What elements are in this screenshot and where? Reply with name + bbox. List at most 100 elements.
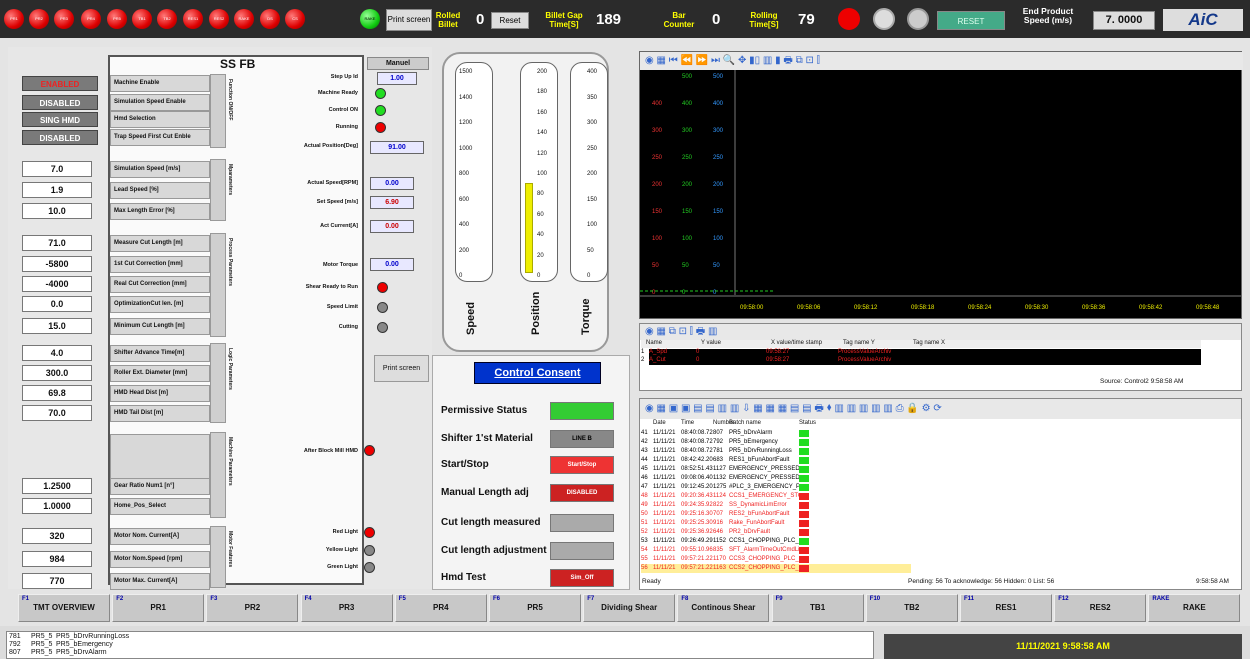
fkey-key: F5 <box>398 596 406 602</box>
alarm-number: 1132 <box>713 475 726 481</box>
fkey-pr1[interactable]: F2 PR1 <box>112 594 205 622</box>
alarm-row[interactable]: 46 11/11/21 09:08:06.40 1132 EMERGENCY_PRESS… <box>641 474 911 483</box>
fkey-rake[interactable]: RAKE RAKE <box>1148 594 1241 622</box>
params_a-value-0[interactable]: 7.0 <box>22 161 92 177</box>
tag-x: 09:58:27 <box>766 357 790 363</box>
consent-value-2[interactable]: Start/Stop <box>550 456 614 474</box>
alarm-row[interactable]: 52 11/11/21 09:25:36.92 646 PR2_bDrvFault <box>641 528 911 537</box>
reset-button[interactable]: RESET <box>937 11 1005 30</box>
tag-y: 0 <box>696 357 700 363</box>
trend-time-5: 09:58:30 <box>1025 305 1049 311</box>
consent-value-3[interactable]: DISABLED <box>550 484 614 502</box>
fkey-pr4[interactable]: F5 PR4 <box>394 594 487 622</box>
params_d-value-0[interactable]: 1.2500 <box>22 478 92 494</box>
gauge-position-tick-10: 0 <box>537 273 541 279</box>
params_e-value-1[interactable]: 984 <box>22 551 92 567</box>
tag-toolbar[interactable]: ◉ ▦ ⧉ ⊡ ⫿ 🖶 ▥ <box>640 324 1241 340</box>
alarm-time: 09:57:21.22 <box>681 556 713 562</box>
fkey-res2[interactable]: F12 RES2 <box>1054 594 1147 622</box>
step-up-value[interactable]: 1.00 <box>377 72 417 85</box>
params_e-label-2: Motor Max. Current[A] <box>110 573 210 590</box>
params_a-value-2[interactable]: 10.0 <box>22 203 92 219</box>
status-2[interactable]: SING HMD <box>22 112 98 127</box>
params_c-value-3[interactable]: 70.0 <box>22 405 92 421</box>
fkey-tb1[interactable]: F9 TB1 <box>771 594 864 622</box>
fkey-key: F3 <box>210 596 218 602</box>
print-screen-button-2[interactable]: Print screen <box>374 355 429 382</box>
params_c-value-0[interactable]: 4.0 <box>22 345 92 361</box>
alarm-row[interactable]: 51 11/11/21 09:25:25.30 916 Rake_FunAbortFau… <box>641 519 911 528</box>
status-0[interactable]: ENABLED <box>22 76 98 91</box>
indicator2-led-1 <box>377 302 388 313</box>
consent-value-0[interactable] <box>550 402 614 420</box>
params_a-value-1[interactable]: 1.9 <box>22 182 92 198</box>
alarm-row-num: 52 <box>641 529 648 535</box>
consent-value-6[interactable]: Sim_Off <box>550 569 614 587</box>
alarm-row[interactable]: 42 11/11/21 08:40:08.72 792 PR5_bEmergency <box>641 438 911 447</box>
alarm-row-num: 41 <box>641 430 648 436</box>
alarm-time: 08:40:08.72 <box>681 439 713 445</box>
params_b-value-1[interactable]: -5800 <box>22 256 92 272</box>
indicator-label-2: Running <box>335 124 358 130</box>
params_b-label-3: OptimizationCut len. [m] <box>110 296 210 313</box>
fkey-pr5[interactable]: F6 PR5 <box>489 594 581 622</box>
fkey-tb2[interactable]: F10 TB2 <box>865 594 958 622</box>
params_c-value-1[interactable]: 300.0 <box>22 365 92 381</box>
params_e-value-2[interactable]: 770 <box>22 573 92 589</box>
params_e-value-0[interactable]: 320 <box>22 528 92 544</box>
status-3[interactable]: DISABLED <box>22 130 98 145</box>
alarm-row[interactable]: 44 11/11/21 08:42:42.20 683 RES1_bFunAbortFa… <box>641 456 911 465</box>
alarm-row[interactable]: 43 11/11/21 08:40:08.72 781 PR5_bDrvRunningL… <box>641 447 911 456</box>
fkey-key: F10 <box>869 596 881 602</box>
manual-button[interactable]: Manuel <box>367 57 429 70</box>
fkey-res1[interactable]: F11 RES1 <box>960 594 1052 622</box>
alarm-toolbar[interactable]: ◉ ▦ ▣ ▣ ▤ ▤ ▥ ▥ ⇩ ▦ ▦ ▦ ▤ ▤ 🖶 ⬧ ▥ ▥ ▥ ▥ … <box>640 399 1241 419</box>
alarm-row[interactable]: 41 11/11/21 08:40:08.72 807 PR5_bDrvAlarm <box>641 429 911 438</box>
indicator-led-2 <box>375 122 386 133</box>
alarm-time: 09:25:16.30 <box>681 511 713 517</box>
alarm-row[interactable]: 55 11/11/21 09:57:21.22 1170 CCS3_CHOPPING_P… <box>641 555 911 564</box>
alarm-row[interactable]: 47 11/11/21 09:12:45.20 1275 #PLC_3_EMERGENC… <box>641 483 911 492</box>
params_b-value-3[interactable]: 0.0 <box>22 296 92 312</box>
fkey-tmt-overview[interactable]: F1 TMT OVERVIEW <box>18 594 110 622</box>
alarm-row[interactable]: 49 11/11/21 09:24:35.92 822 SS_DynamicLimErr… <box>641 501 911 510</box>
params_d-value-1[interactable]: 1.0000 <box>22 498 92 514</box>
consent-label-4: Cut length measured <box>441 517 541 528</box>
status-1[interactable]: DISABLED <box>22 95 98 110</box>
alarm-date: 11/11/21 <box>653 466 676 472</box>
alarm-row-num: 42 <box>641 439 648 445</box>
alarm-row[interactable]: 45 11/11/21 08:52:51.43 1127 EMERGENCY_PRESS… <box>641 465 911 474</box>
print-screen-button[interactable]: Print screen <box>386 9 432 31</box>
fkey-dividing-shear[interactable]: F7 Dividing Shear <box>583 594 676 622</box>
fkey-continous-shear[interactable]: F8 Continous Shear <box>677 594 770 622</box>
gauge-position-tick-3: 140 <box>537 130 548 137</box>
trend-time-6: 09:58:36 <box>1082 305 1106 311</box>
lamp-res1: RES1 <box>183 9 203 29</box>
params_b-label-2: Real Cut Correction [mm] <box>110 276 210 293</box>
fkey-key: F11 <box>964 596 975 602</box>
consent-value-1[interactable]: LINE B <box>550 430 614 448</box>
alarm-batch: EMERGENCY_PRESSED_BCF <box>729 475 799 481</box>
alarm-row[interactable]: 53 11/11/21 09:26:49.29 1152 CCS1_CHOPPING_P… <box>641 537 911 546</box>
params_c-value-2[interactable]: 69.8 <box>22 385 92 401</box>
alarm-row[interactable]: 54 11/11/21 09:55:10.96 835 SFT_AlarmTimeOut… <box>641 546 911 555</box>
params_b-value-2[interactable]: -4000 <box>22 276 92 292</box>
bottom-alarm-list[interactable]: 781 PR5_5 PR5_bDrvRunningLoss 792 PR5_5 PR5_b… <box>6 631 874 659</box>
params_b-value-4[interactable]: 15.0 <box>22 318 92 334</box>
alarm-row[interactable]: 48 11/11/21 09:20:36.43 1124 CCS1_EMERGENCY_… <box>641 492 911 501</box>
consent-value-4[interactable] <box>550 514 614 532</box>
alarm-row[interactable]: 56 11/11/21 09:57:21.22 1163 CCS2_CHOPPING_P… <box>641 564 911 573</box>
fkey-pr3[interactable]: F4 PR3 <box>300 594 393 622</box>
alarm-date: 11/11/21 <box>653 502 676 508</box>
consent-value-5[interactable] <box>550 542 614 560</box>
params_b-value-0[interactable]: 71.0 <box>22 235 92 251</box>
trend-toolbar[interactable]: ◉ ▦ ⏮ ⏪ ⏩ ⏭ 🔍 ✥ ▮▯ ▥ ▮ 🖶 ⧉ ⊡ ⫿ <box>640 52 1243 70</box>
lamp-pr4: PR4 <box>81 9 101 29</box>
reset-counter-button[interactable]: Reset <box>491 12 529 29</box>
fkey-pr2[interactable]: F3 PR2 <box>206 594 299 622</box>
alarm-batch: #PLC_3_EMERGENCY_PRES <box>729 484 799 490</box>
gauge-speed-tick-2: 1200 <box>459 120 473 126</box>
alarm-row[interactable]: 50 11/11/21 09:25:16.30 707 RES2_bFunAbortFa… <box>641 510 911 519</box>
alarm-number: 807 <box>713 430 724 436</box>
trend-scale-2-4: 200 <box>713 182 724 188</box>
